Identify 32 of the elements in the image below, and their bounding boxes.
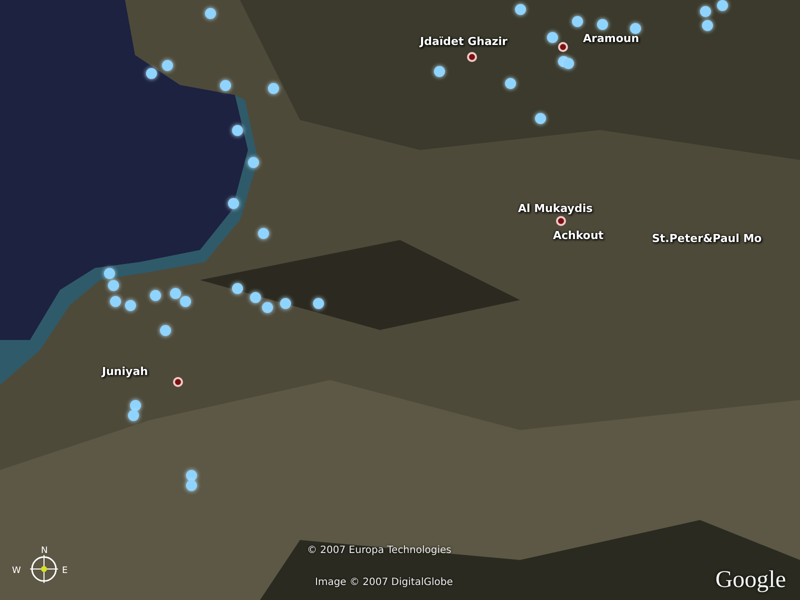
photo-pin-icon[interactable] bbox=[162, 60, 173, 71]
photo-pin-icon[interactable] bbox=[268, 83, 279, 94]
photo-pin-icon[interactable] bbox=[220, 80, 231, 91]
photo-pin-icon[interactable] bbox=[280, 298, 291, 309]
photo-pin-icon[interactable] bbox=[150, 290, 161, 301]
photo-pin-icon[interactable] bbox=[262, 302, 273, 313]
place-label[interactable]: Juniyah bbox=[102, 366, 148, 377]
place-label[interactable]: Aramoun bbox=[583, 33, 640, 44]
place-label[interactable]: St.Peter&Paul Mo bbox=[652, 233, 762, 244]
photo-pin-icon[interactable] bbox=[258, 228, 269, 239]
photo-pin-icon[interactable] bbox=[205, 8, 216, 19]
photo-pin-icon[interactable] bbox=[125, 300, 136, 311]
place-label[interactable]: Jdaïdet Ghazir bbox=[420, 36, 508, 47]
satellite-map[interactable]: Jdaïdet Ghazir Aramoun Al Mukaydis Achkout St.Peter&Paul Mo Juniyah N W E © 2007 Europa Technologies Image © 2007 DigitalGlobe Google bbox=[0, 0, 800, 600]
photo-pin-icon[interactable] bbox=[180, 296, 191, 307]
photo-pin-icon[interactable] bbox=[248, 157, 259, 168]
place-label[interactable]: Al Mukaydis bbox=[518, 203, 593, 214]
photo-pin-icon[interactable] bbox=[128, 410, 139, 421]
place-label[interactable]: Achkout bbox=[553, 230, 604, 241]
place-marker-icon[interactable] bbox=[173, 377, 183, 387]
photo-pin-icon[interactable] bbox=[250, 292, 261, 303]
photo-pin-icon[interactable] bbox=[160, 325, 171, 336]
attribution-text: Image © 2007 DigitalGlobe bbox=[315, 578, 453, 588]
photo-pin-icon[interactable] bbox=[232, 283, 243, 294]
compass[interactable]: N W E bbox=[10, 545, 74, 591]
photo-pin-icon[interactable] bbox=[170, 288, 181, 299]
photo-pin-icon[interactable] bbox=[108, 280, 119, 291]
place-marker-icon[interactable] bbox=[556, 216, 566, 226]
photo-pin-icon[interactable] bbox=[110, 296, 121, 307]
attribution-text: © 2007 Europa Technologies bbox=[307, 546, 452, 556]
logo: Google bbox=[715, 568, 786, 592]
photo-pin-icon[interactable] bbox=[130, 400, 141, 411]
